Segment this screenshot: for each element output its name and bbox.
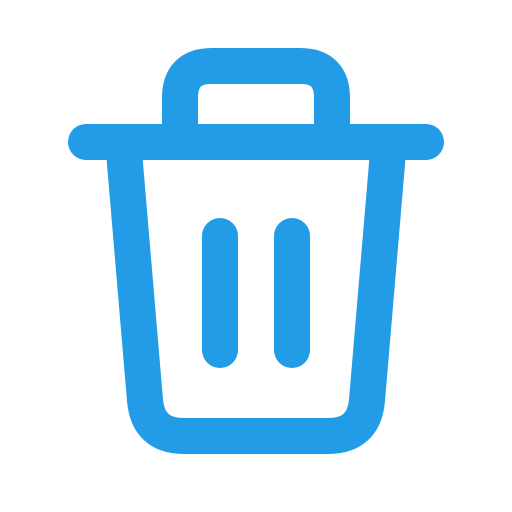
trash-can-strokes [68, 48, 444, 454]
trash-can-icon[interactable] [0, 0, 512, 512]
icon-canvas [0, 0, 512, 512]
bin-body [106, 134, 406, 454]
lid-handle [162, 48, 350, 142]
trash-can-svg [68, 48, 444, 454]
